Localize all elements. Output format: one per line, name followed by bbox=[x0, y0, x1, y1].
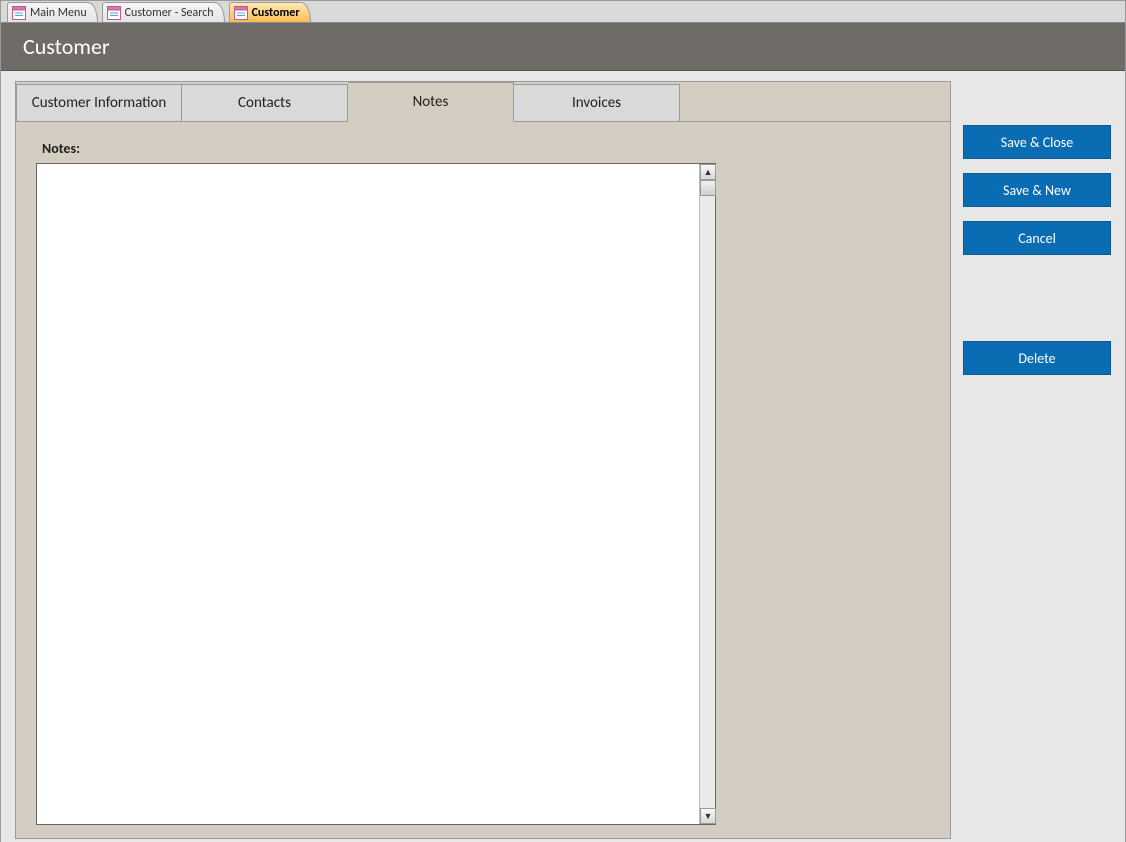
main-area: Customer Information Contacts Notes Invo… bbox=[1, 71, 1125, 842]
doc-tab-customer[interactable]: Customer bbox=[229, 2, 311, 22]
doc-tab-customer-search[interactable]: Customer - Search bbox=[102, 2, 225, 22]
scroll-thumb[interactable] bbox=[700, 180, 716, 196]
tab-invoices[interactable]: Invoices bbox=[514, 84, 680, 122]
doc-tab-label: Main Menu bbox=[30, 6, 87, 20]
spacer bbox=[963, 269, 1113, 327]
form-panel: Customer Information Contacts Notes Invo… bbox=[15, 81, 951, 839]
doc-tab-label: Customer - Search bbox=[125, 6, 214, 20]
tab-label: Notes bbox=[413, 93, 449, 111]
scroll-up-button[interactable]: ▲ bbox=[700, 164, 716, 180]
cancel-button[interactable]: Cancel bbox=[963, 221, 1111, 255]
form-icon bbox=[234, 6, 248, 20]
form-body: Notes: ▲ ▼ bbox=[16, 122, 950, 838]
form-header: Customer bbox=[1, 23, 1125, 71]
save-close-button[interactable]: Save & Close bbox=[963, 125, 1111, 159]
tab-row-filler bbox=[680, 82, 950, 122]
tab-contacts[interactable]: Contacts bbox=[182, 84, 348, 122]
tab-notes[interactable]: Notes bbox=[348, 82, 514, 122]
doc-tab-main-menu[interactable]: Main Menu bbox=[7, 2, 98, 22]
action-button-column: Save & Close Save & New Cancel Delete bbox=[963, 125, 1113, 375]
page-title: Customer bbox=[23, 33, 110, 60]
form-icon bbox=[12, 6, 26, 20]
button-label: Delete bbox=[1018, 350, 1055, 367]
delete-button[interactable]: Delete bbox=[963, 341, 1111, 375]
tab-label: Contacts bbox=[238, 94, 291, 112]
scroll-down-button[interactable]: ▼ bbox=[700, 808, 716, 824]
notes-textarea[interactable] bbox=[37, 164, 699, 824]
tab-row: Customer Information Contacts Notes Invo… bbox=[16, 82, 950, 122]
document-tab-strip: Main Menu Customer - Search Customer bbox=[1, 1, 1125, 23]
doc-tab-label: Customer bbox=[252, 6, 300, 20]
button-label: Cancel bbox=[1018, 230, 1056, 247]
form-icon bbox=[107, 6, 121, 20]
save-new-button[interactable]: Save & New bbox=[963, 173, 1111, 207]
tab-label: Invoices bbox=[572, 94, 621, 112]
notes-label: Notes: bbox=[42, 140, 930, 157]
scrollbar[interactable]: ▲ ▼ bbox=[699, 164, 715, 824]
tab-customer-information[interactable]: Customer Information bbox=[16, 84, 182, 122]
notes-field-wrap: ▲ ▼ bbox=[36, 163, 716, 825]
app-window: Main Menu Customer - Search Customer Cus… bbox=[0, 0, 1126, 842]
button-label: Save & Close bbox=[1001, 134, 1073, 151]
tab-label: Customer Information bbox=[32, 94, 167, 112]
button-label: Save & New bbox=[1003, 182, 1071, 199]
